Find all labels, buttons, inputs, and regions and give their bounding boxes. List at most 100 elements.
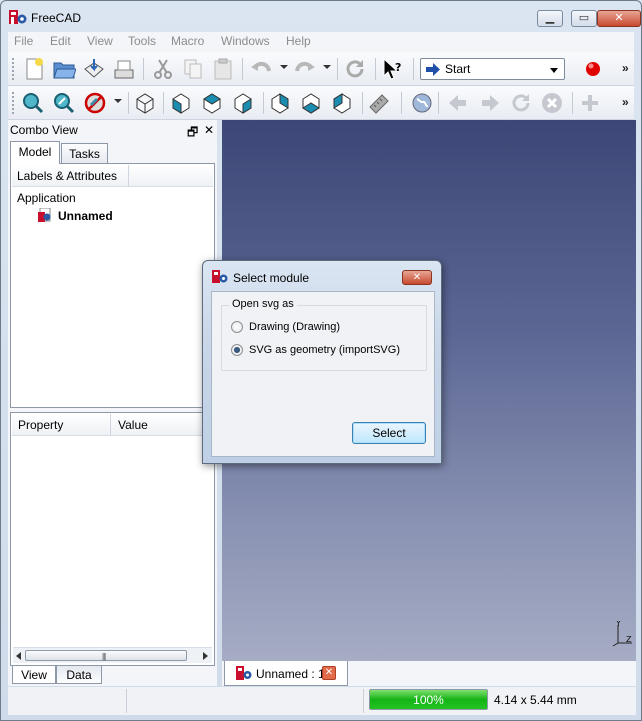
measure-icon[interactable] xyxy=(367,91,391,115)
start-arrow-icon xyxy=(426,63,440,76)
freecad-window: FreeCAD ▁ ▭ ✕ File Edit View Tools Macro… xyxy=(0,0,642,721)
paste-icon[interactable] xyxy=(211,57,235,81)
toolbar-separator xyxy=(128,92,129,114)
fit-selection-icon[interactable] xyxy=(52,91,76,115)
model-tree: Labels & Attributes Application Unnamed xyxy=(10,163,215,408)
new-file-icon[interactable] xyxy=(22,57,46,81)
close-icon: ✕ xyxy=(614,12,624,24)
dialog-close-button[interactable]: ✕ xyxy=(402,270,432,285)
toolbar-separator xyxy=(401,92,402,114)
select-module-dialog: Select module ✕ Open svg as Drawing (Dra… xyxy=(202,260,442,464)
close-window-button[interactable]: ✕ xyxy=(597,10,641,27)
option-drawing[interactable]: Drawing (Drawing) xyxy=(231,319,340,335)
save-icon[interactable] xyxy=(82,57,106,81)
workbench-selected-label: Start xyxy=(445,62,471,76)
redo-icon[interactable] xyxy=(293,57,317,81)
document-tab-unnamed[interactable]: Unnamed : 1 ✕ xyxy=(224,661,348,686)
forward-icon[interactable] xyxy=(478,91,502,115)
property-column-header[interactable]: Property xyxy=(18,418,63,432)
back-icon[interactable] xyxy=(446,91,470,115)
right-view-icon[interactable] xyxy=(231,91,255,115)
zoom-in-icon[interactable] xyxy=(578,91,602,115)
menu-help[interactable]: Help xyxy=(286,34,311,48)
scroll-left-icon[interactable] xyxy=(16,652,21,660)
toolbar-grip[interactable] xyxy=(12,58,15,80)
tree-application-node[interactable]: Application xyxy=(17,191,76,205)
combo-view-panel: Combo View 🗗 ✕ Model Tasks Labels & Attr… xyxy=(8,120,217,686)
axis-cross-icon: Y Z xyxy=(612,621,632,647)
copy-icon[interactable] xyxy=(181,57,205,81)
bottom-view-icon[interactable] xyxy=(299,91,323,115)
isometric-view-icon[interactable] xyxy=(133,91,157,115)
tree-document-unnamed[interactable]: Unnamed xyxy=(58,209,113,223)
tab-model[interactable]: Model xyxy=(10,141,60,164)
toolbar-overflow-button[interactable]: » xyxy=(622,95,629,109)
dimensions-readout: 4.14 x 5.44 mm xyxy=(494,693,577,707)
toolbar-separator xyxy=(337,58,338,80)
property-editor: Property Value ||| xyxy=(10,412,215,666)
reload-icon[interactable] xyxy=(509,91,533,115)
minimize-button[interactable]: ▁ xyxy=(537,10,563,27)
menu-file[interactable]: File xyxy=(14,34,33,48)
value-column-header[interactable]: Value xyxy=(118,418,148,432)
option-importsvg-label[interactable]: SVG as geometry (importSVG) xyxy=(249,344,400,356)
cut-icon[interactable] xyxy=(151,57,175,81)
toolbar-separator xyxy=(263,92,264,114)
open-icon[interactable] xyxy=(52,57,76,81)
rear-view-icon[interactable] xyxy=(268,91,292,115)
draw-style-icon[interactable] xyxy=(83,91,107,115)
maximize-button[interactable]: ▭ xyxy=(571,10,597,27)
web-icon[interactable] xyxy=(410,91,434,115)
toolbar-separator xyxy=(375,58,376,80)
menu-tools[interactable]: Tools xyxy=(128,34,156,48)
progress-label: 100% xyxy=(413,693,444,707)
undo-dropdown-icon[interactable] xyxy=(280,65,288,69)
toolbar-overflow-button[interactable]: » xyxy=(622,61,629,75)
front-view-icon[interactable] xyxy=(169,91,193,115)
title-bar: FreeCAD ▁ ▭ ✕ xyxy=(1,1,641,31)
float-panel-button[interactable]: 🗗 xyxy=(187,123,198,144)
freecad-logo-icon xyxy=(9,10,27,24)
horizontal-scrollbar[interactable]: ||| xyxy=(13,647,212,663)
menu-edit[interactable]: Edit xyxy=(50,34,71,48)
radio-importsvg[interactable] xyxy=(231,344,243,356)
toolbar-separator xyxy=(572,92,573,114)
stop-icon[interactable] xyxy=(540,91,564,115)
radio-drawing[interactable] xyxy=(231,321,243,333)
toolbar-separator xyxy=(362,92,363,114)
fit-all-icon[interactable] xyxy=(21,91,45,115)
undo-icon[interactable] xyxy=(249,57,273,81)
tab-data[interactable]: Data xyxy=(56,666,102,684)
left-view-icon[interactable] xyxy=(330,91,354,115)
option-importsvg[interactable]: SVG as geometry (importSVG) xyxy=(231,342,400,358)
scroll-right-icon[interactable] xyxy=(203,652,208,660)
close-panel-button[interactable]: ✕ xyxy=(204,123,214,137)
refresh-icon[interactable] xyxy=(343,57,367,81)
scrollbar-thumb[interactable]: ||| xyxy=(25,650,187,661)
menu-macro[interactable]: Macro xyxy=(171,34,204,48)
tab-tasks[interactable]: Tasks xyxy=(61,143,108,164)
toolbar-grip[interactable] xyxy=(12,92,15,114)
dialog-title: Select module xyxy=(233,271,310,285)
draw-style-dropdown-icon[interactable] xyxy=(114,99,122,103)
top-view-icon[interactable] xyxy=(200,91,224,115)
document-tab-label: Unnamed : 1 xyxy=(256,667,325,681)
tree-header-label[interactable]: Labels & Attributes xyxy=(17,169,117,183)
close-tab-button[interactable]: ✕ xyxy=(322,666,336,680)
tab-view[interactable]: View xyxy=(12,666,56,684)
axis-y-label: Y xyxy=(615,621,621,628)
save-as-icon[interactable] xyxy=(112,57,136,81)
select-button[interactable]: Select xyxy=(352,422,426,444)
menu-windows[interactable]: Windows xyxy=(221,34,270,48)
redo-dropdown-icon[interactable] xyxy=(323,65,331,69)
workbench-selector[interactable]: Start xyxy=(420,58,565,80)
column-divider xyxy=(128,165,129,187)
status-divider xyxy=(363,689,364,713)
menu-bar: File Edit View Tools Macro Windows Help xyxy=(8,32,634,52)
progress-bar: 100% xyxy=(369,689,488,710)
record-macro-icon[interactable] xyxy=(581,57,605,81)
option-drawing-label[interactable]: Drawing (Drawing) xyxy=(249,321,340,333)
menu-view[interactable]: View xyxy=(87,34,113,48)
whats-this-icon[interactable]: ? xyxy=(381,57,405,81)
window-title: FreeCAD xyxy=(31,11,82,25)
